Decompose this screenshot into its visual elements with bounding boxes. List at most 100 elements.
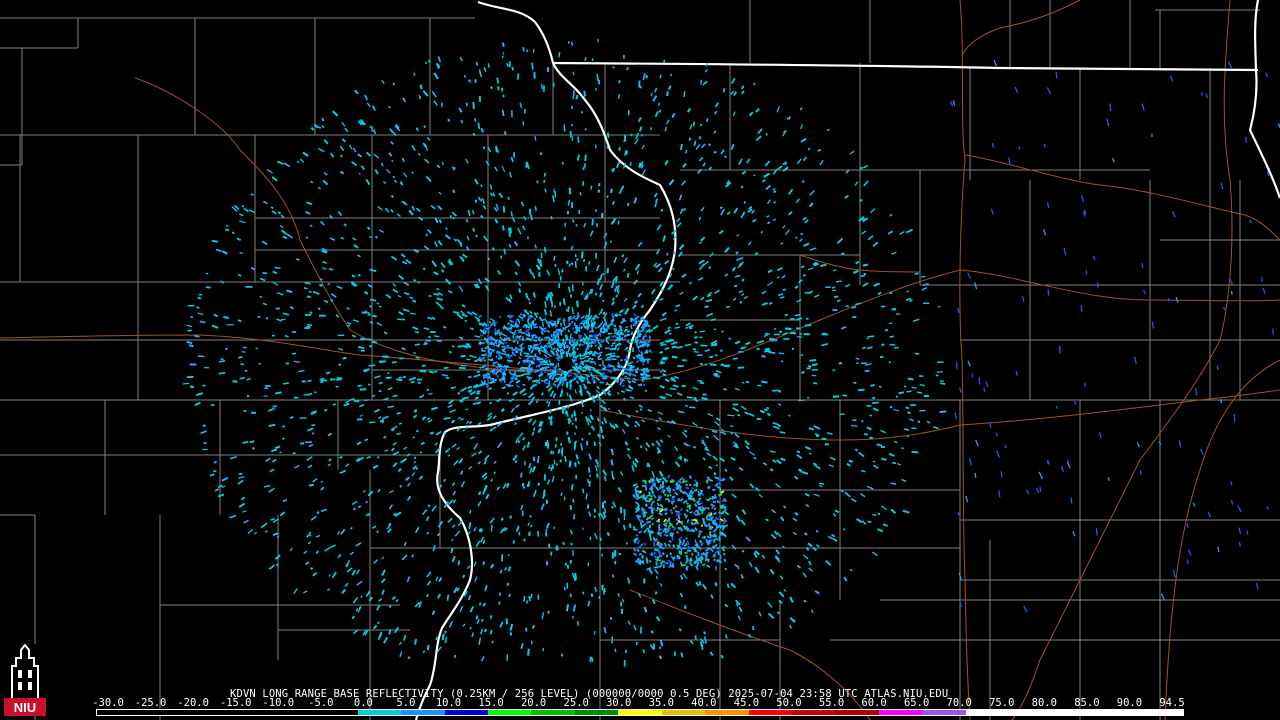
echo-pixel — [628, 523, 632, 529]
echo-pixel — [610, 459, 614, 466]
echo-pixel — [508, 593, 511, 598]
echo-pixel — [737, 566, 740, 570]
echo-pixel — [735, 251, 739, 255]
echo-pixel — [770, 339, 778, 342]
echo-pixel — [549, 408, 553, 414]
echo-pixel — [462, 574, 466, 579]
echo-pixel — [522, 325, 525, 328]
echo-pixel — [490, 86, 493, 90]
echo-pixel — [511, 66, 515, 71]
echo-pixel — [650, 630, 654, 634]
echo-pixel — [489, 629, 493, 635]
echo-pixel — [534, 206, 537, 211]
echo-pixel — [479, 602, 482, 606]
echo-pixel — [258, 362, 261, 365]
echo-pixel — [368, 364, 376, 367]
echo-pixel — [526, 49, 529, 53]
echo-pixel — [890, 482, 897, 485]
echo-pixel — [568, 460, 572, 468]
echo-pixel — [522, 486, 526, 489]
echo-pixel — [587, 261, 591, 265]
echo-pixel — [506, 392, 510, 395]
echo-pixel — [872, 396, 876, 400]
echo-pixel — [479, 322, 483, 325]
echo-pixel — [591, 323, 594, 329]
echo-pixel — [568, 322, 571, 325]
echo-pixel — [566, 604, 569, 612]
echo-pixel — [819, 482, 825, 485]
echo-pixel — [300, 442, 305, 445]
echo-pixel — [919, 384, 925, 387]
echo-pixel — [581, 319, 586, 323]
echo-pixel — [606, 132, 610, 139]
echo-pixel — [501, 386, 506, 389]
echo-pixel — [310, 567, 314, 570]
echo-pixel — [350, 526, 353, 530]
echo-pixel — [579, 322, 583, 325]
echo-pixel — [609, 240, 612, 243]
echo-pixel — [186, 375, 194, 379]
echo-pixel — [182, 382, 190, 385]
echo-pixel — [485, 373, 488, 376]
echo-pixel — [692, 445, 697, 449]
echo-pixel — [608, 363, 611, 368]
echo-pixel — [238, 356, 243, 359]
echo-pixel — [429, 431, 434, 435]
echo-pixel — [309, 224, 313, 227]
echo-pixel — [413, 278, 417, 282]
echo-pixel — [555, 407, 558, 411]
echo-pixel — [909, 299, 913, 303]
echo-pixel — [585, 319, 588, 325]
echo-pixel — [488, 320, 492, 324]
echo-pixel — [584, 355, 590, 358]
echo-pixel — [704, 305, 709, 309]
echo-pixel — [484, 628, 487, 633]
echo-pixel — [549, 313, 553, 317]
echo-pixel — [472, 402, 478, 405]
echo-pixel — [460, 316, 464, 320]
echo-pixel — [380, 162, 384, 167]
echo-pixel — [221, 485, 226, 488]
echo-pixel — [441, 633, 445, 640]
echo-pixel — [622, 319, 626, 323]
echo-pixel — [625, 542, 629, 545]
echo-pixel — [557, 317, 562, 321]
echo-pixel — [427, 59, 431, 63]
echo-pixel — [562, 298, 566, 306]
echo-pixel — [241, 205, 245, 208]
echo-pixel — [590, 319, 593, 324]
echo-pixel — [715, 354, 718, 357]
echo-pixel — [630, 324, 633, 330]
echo-pixel — [655, 198, 659, 203]
echo-pixel — [862, 263, 869, 267]
echo-pixel — [435, 293, 440, 296]
echo-pixel — [357, 273, 361, 277]
echo-pixel — [732, 357, 738, 360]
echo-pixel — [936, 371, 944, 373]
echo-pixel — [636, 356, 640, 359]
echo-pixel — [773, 190, 777, 194]
echo-pixel — [669, 73, 673, 77]
echo-pixel — [465, 408, 468, 411]
echo-pixel — [480, 347, 484, 352]
echo-pixel — [243, 409, 247, 412]
echo-pixel — [642, 383, 646, 386]
echo-pixel — [723, 388, 727, 391]
echo-pixel — [567, 418, 571, 425]
echo-pixel — [642, 649, 645, 654]
echo-pixel — [597, 189, 601, 193]
echo-pixel — [576, 620, 579, 626]
echo-pixel — [627, 368, 633, 371]
echo-pixel — [710, 318, 717, 322]
echo-pixel — [553, 459, 556, 465]
echo-pixel — [527, 376, 533, 380]
echo-pixel — [512, 540, 515, 544]
echo-pixel — [507, 553, 510, 557]
echo-pixel — [246, 394, 250, 398]
echo-pixel — [481, 618, 484, 622]
echo-pixel — [895, 313, 901, 316]
echo-pixel — [593, 508, 597, 513]
echo-pixel — [851, 424, 858, 427]
echo-pixel — [604, 408, 608, 412]
echo-pixel — [603, 317, 606, 321]
